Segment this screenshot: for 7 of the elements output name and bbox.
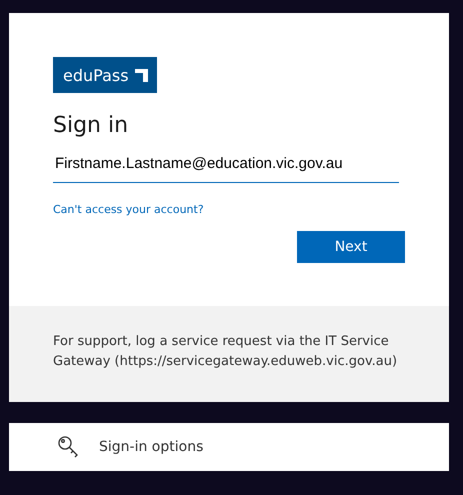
support-text: For support, log a service request via the IT Service Gateway (https://servicegateway.eduweb.vic.gov.au) xyxy=(9,306,449,402)
cant-access-link[interactable]: Can't access your account? xyxy=(53,203,204,216)
next-button[interactable]: Next xyxy=(297,231,405,263)
sign-in-options-label: Sign-in options xyxy=(99,439,204,455)
sign-in-options-button[interactable]: Sign-in options xyxy=(9,423,449,471)
edupass-logo: eduPass xyxy=(53,57,157,93)
page-title: Sign in xyxy=(53,113,130,138)
